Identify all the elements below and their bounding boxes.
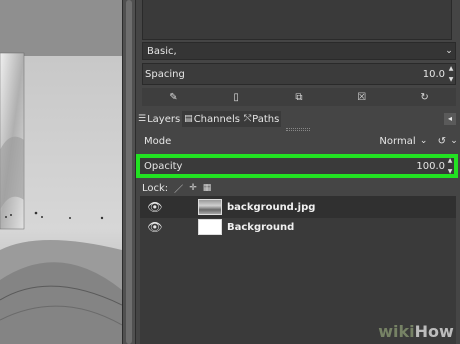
layer-row[interactable]: 👁︎ Background bbox=[140, 216, 456, 238]
delete-brush-icon[interactable]: ☒ bbox=[352, 90, 372, 104]
opacity-value: 100.0 bbox=[416, 160, 445, 172]
scrollbar-thumb[interactable] bbox=[126, 0, 132, 344]
brush-preview-area[interactable] bbox=[142, 0, 452, 40]
spacing-spinner-icon[interactable]: ▲ ▼ bbox=[447, 65, 455, 83]
tab-paths-label: Paths bbox=[252, 113, 280, 125]
image-canvas[interactable] bbox=[0, 0, 122, 344]
lock-alpha-icon[interactable]: ▦ bbox=[203, 183, 212, 193]
lock-row: Lock: ／ ✛ ▦ bbox=[136, 181, 460, 195]
opacity-slider[interactable]: Opacity 100.0 ▲ ▼ bbox=[136, 154, 458, 178]
mode-switch-icon[interactable]: ↺ bbox=[438, 136, 446, 147]
tab-channels-label: Channels bbox=[193, 113, 240, 125]
brush-preset-value: Basic, bbox=[147, 45, 177, 57]
right-dock-panel: Basic, ⌄ Spacing 10.0 ▲ ▼ ✎ ▯ ⧉ ☒ ↻ ☰ Lay… bbox=[136, 0, 460, 344]
mode-label: Mode bbox=[144, 135, 172, 147]
brush-toolbar: ✎ ▯ ⧉ ☒ ↻ bbox=[142, 88, 456, 106]
layer-name: Background bbox=[227, 221, 295, 233]
layer-thumbnail bbox=[198, 199, 222, 215]
spacing-label: Spacing bbox=[145, 68, 185, 80]
watermark-part1: wiki bbox=[378, 321, 415, 341]
refresh-brushes-icon[interactable]: ↻ bbox=[415, 90, 435, 104]
channels-icon: ▤ bbox=[184, 114, 193, 124]
mode-value[interactable]: Normal bbox=[379, 136, 415, 147]
layer-name: background.jpg bbox=[227, 201, 316, 213]
lock-position-icon[interactable]: ✛ bbox=[189, 183, 197, 193]
chevron-down-icon[interactable]: ⌄ bbox=[443, 46, 455, 56]
new-brush-icon[interactable]: ▯ bbox=[226, 90, 246, 104]
dock-grip-handle[interactable] bbox=[286, 128, 310, 131]
tab-layers-label: Layers bbox=[147, 113, 181, 125]
visibility-eye-icon[interactable]: 👁︎ bbox=[140, 200, 170, 214]
dock-tabs: ☰ Layers ▤ Channels ⤲ Paths ◂ bbox=[136, 111, 460, 127]
tab-layers[interactable]: ☰ Layers bbox=[136, 111, 182, 127]
opacity-label: Opacity bbox=[144, 160, 183, 172]
lock-pixels-icon[interactable]: ／ bbox=[174, 182, 183, 195]
watermark-part2: How bbox=[414, 321, 454, 341]
wikihow-watermark: wiki How bbox=[372, 318, 460, 344]
brush-preset-select[interactable]: Basic, ⌄ bbox=[142, 42, 456, 60]
tab-channels[interactable]: ▤ Channels bbox=[182, 111, 242, 127]
chevron-down-icon[interactable]: ⌄ bbox=[448, 136, 460, 146]
tab-menu-icon[interactable]: ◂ bbox=[444, 113, 456, 125]
paths-icon: ⤲ bbox=[243, 114, 252, 124]
brush-spacing-slider[interactable]: Spacing 10.0 ▲ ▼ bbox=[142, 63, 456, 85]
layer-row[interactable]: 👁︎ background.jpg bbox=[140, 196, 456, 218]
chevron-down-icon[interactable]: ⌄ bbox=[418, 136, 430, 146]
spacing-value: 10.0 bbox=[422, 68, 445, 80]
visibility-eye-icon[interactable]: 👁︎ bbox=[140, 220, 170, 234]
tab-paths[interactable]: ⤲ Paths bbox=[241, 111, 282, 127]
layers-icon: ☰ bbox=[138, 114, 147, 124]
duplicate-brush-icon[interactable]: ⧉ bbox=[289, 90, 309, 104]
opacity-spinner-icon[interactable]: ▲ ▼ bbox=[446, 157, 454, 175]
layer-mode-row: Mode Normal ⌄ ↺ ⌄ bbox=[136, 132, 460, 150]
canvas-vertical-scrollbar[interactable] bbox=[122, 0, 136, 344]
layer-thumbnail bbox=[198, 219, 222, 235]
edit-brush-icon[interactable]: ✎ bbox=[163, 90, 183, 104]
canvas-image bbox=[0, 0, 122, 344]
lock-label: Lock: bbox=[142, 182, 169, 194]
